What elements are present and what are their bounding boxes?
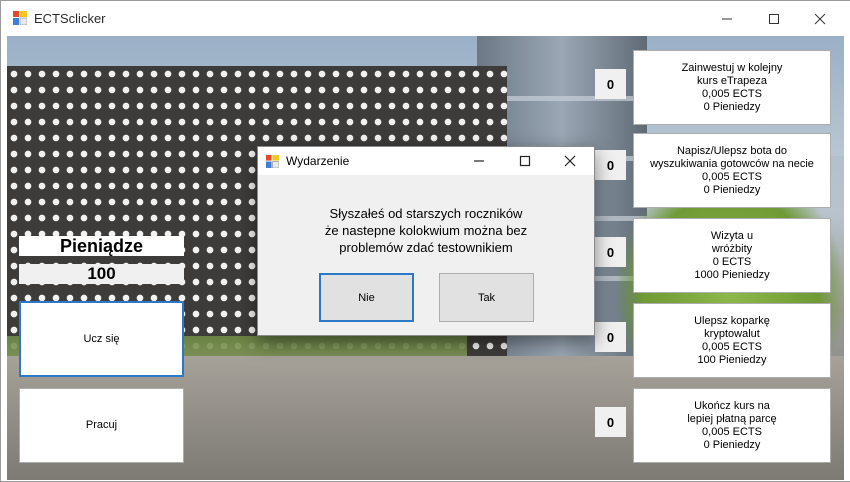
dialog-minimize-button[interactable] [457, 147, 501, 175]
upgrade-line: Ukończ kurs na [694, 399, 770, 412]
upgrade-button-5[interactable]: Ukończ kurs na lepiej płatną parcę 0,005… [633, 388, 831, 463]
close-icon [814, 13, 826, 25]
close-icon [564, 155, 576, 167]
maximize-icon [769, 14, 779, 24]
upgrade-button-2[interactable]: Napisz/Ulepsz bota do wyszukiwania gotow… [633, 133, 831, 208]
upgrade-line: 0 Pieniedzy [703, 100, 761, 113]
upgrade-line: kryptowalut [704, 327, 760, 340]
maximize-icon [519, 155, 531, 167]
dialog-title-bar[interactable]: Wydarzenie [258, 147, 594, 175]
dialog-message: Słyszałeś od starszych roczników że nast… [258, 205, 594, 256]
window-title: ECTSclicker [34, 11, 106, 26]
money-value: 100 [19, 264, 184, 284]
upgrade-line: 100 Pieniedzy [697, 353, 767, 366]
study-button[interactable]: Ucz się [19, 301, 184, 377]
upgrade-count-3: 0 [595, 237, 626, 267]
upgrade-line: wróżbity [711, 242, 753, 255]
upgrade-line: 0,005 ECTS [702, 87, 762, 100]
upgrade-count-4: 0 [595, 322, 626, 352]
app-icon [13, 11, 27, 25]
upgrade-button-4[interactable]: Ulepsz koparkę kryptowalut 0,005 ECTS 10… [633, 303, 831, 378]
upgrade-line: 0,005 ECTS [702, 340, 762, 353]
upgrade-line: 1000 Pieniedzy [694, 268, 770, 281]
yes-button[interactable]: Tak [439, 273, 534, 322]
upgrade-count-1: 0 [595, 69, 626, 99]
upgrade-line: wyszukiwania gotowców na necie [650, 157, 814, 170]
upgrade-line: 0 ECTS [712, 255, 752, 268]
dialog-close-button[interactable] [548, 147, 592, 175]
dialog-message-line: Słyszałeś od starszych roczników [329, 206, 523, 221]
upgrade-button-3[interactable]: Wizyta u wróżbity 0 ECTS 1000 Pieniedzy [633, 218, 831, 293]
money-label: Pieniądze [19, 236, 184, 256]
app-icon [266, 155, 279, 168]
no-button[interactable]: Nie [319, 273, 414, 322]
event-dialog: Wydarzenie Słyszałeś od starszych roczni… [257, 146, 595, 336]
upgrade-line: Napisz/Ulepsz bota do [676, 144, 788, 157]
upgrade-line: Zainwestuj w kolejny [681, 61, 783, 74]
minimize-button[interactable] [704, 5, 750, 33]
upgrade-button-1[interactable]: Zainwestuj w kolejny kurs eTrapeza 0,005… [633, 50, 831, 125]
close-button[interactable] [797, 5, 843, 33]
upgrade-line: 0,005 ECTS [702, 170, 762, 183]
upgrade-count-5: 0 [595, 407, 626, 437]
upgrade-line: Ulepsz koparkę [694, 314, 770, 327]
dialog-message-line: problemów zdać testownikiem [339, 240, 513, 255]
title-bar[interactable]: ECTSclicker [1, 1, 850, 36]
upgrade-line: 0 Pieniedzy [703, 438, 761, 451]
upgrade-line: 0,005 ECTS [702, 425, 762, 438]
dialog-message-line: że nastepne kolokwium można bez [324, 223, 528, 238]
dialog-title: Wydarzenie [286, 154, 350, 168]
minimize-icon [722, 18, 732, 20]
work-button[interactable]: Pracuj [19, 388, 184, 463]
dialog-maximize-button[interactable] [503, 147, 547, 175]
upgrade-line: lepiej płatną parcę [687, 412, 777, 425]
upgrade-line: kurs eTrapeza [697, 74, 767, 87]
upgrade-count-2: 0 [595, 150, 626, 180]
upgrade-line: Wizyta u [710, 229, 754, 242]
maximize-button[interactable] [751, 5, 797, 33]
upgrade-line: 0 Pieniedzy [703, 183, 761, 196]
minimize-icon [474, 160, 484, 162]
